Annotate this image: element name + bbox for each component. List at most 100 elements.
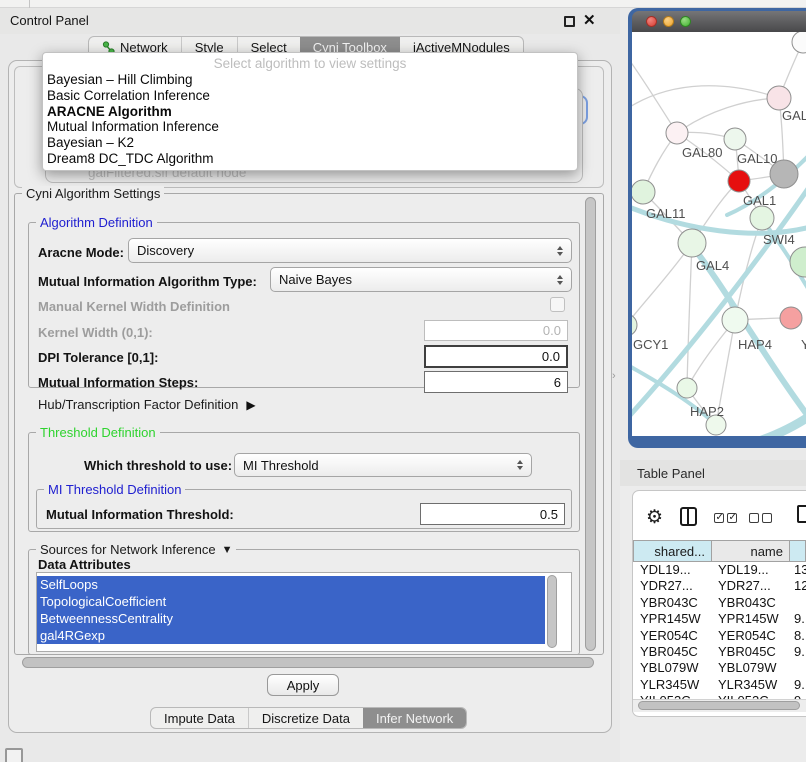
network-node-hap4[interactable] [722,307,748,333]
mi-steps-field[interactable]: 6 [424,371,568,393]
table-row[interactable]: YPR145WYPR145W9. [633,611,806,627]
minimized-panel-icon[interactable] [5,748,23,762]
deselect-all-checkboxes-icon[interactable] [749,513,772,523]
collapse-arrow-icon[interactable]: ▼ [222,544,233,556]
tab-label: Impute Data [164,711,235,726]
table-row[interactable]: YLR345WYLR345W9. [633,677,806,693]
which-threshold-value: MI Threshold [243,458,319,473]
data-attributes-list: SelfLoops TopologicalCoefficient Between… [36,572,572,652]
gear-icon[interactable]: ⚙ [646,508,663,527]
list-item-selfloops[interactable]: SelfLoops [37,576,545,593]
apply-button[interactable]: Apply [267,674,339,696]
apply-button-label: Apply [287,678,320,693]
dropdown-item-mutual-information[interactable]: Mutual Information Inference [43,119,577,135]
hub-definition-row[interactable]: Hub/Transcription Factor Definition ▶ [38,397,256,412]
dropdown-item-aracne[interactable]: ARACNE Algorithm [43,104,577,120]
network-node[interactable] [792,32,806,53]
stepper-icon [517,460,523,470]
node-label: SWI4 [763,232,795,247]
aracne-mode-combo[interactable]: Discovery [128,238,572,263]
hub-definition-label: Hub/Transcription Factor Definition [38,397,238,412]
list-item-gal4rgexp[interactable]: gal4RGexp [37,627,545,644]
mi-threshold-value: 0.5 [540,507,558,522]
column-header-partial[interactable] [790,540,806,562]
table-horizontal-scrollbar[interactable] [638,701,800,710]
data-attributes-label: Data Attributes [38,557,131,572]
window-zoom-button[interactable] [680,16,691,27]
mi-steps-value: 6 [554,375,561,390]
table-row[interactable]: YDL19...YDL19...13 [633,562,806,578]
node-label: GAL [782,108,806,123]
table-row[interactable]: YBR043CYBR043C [633,595,806,611]
tab-infer-network[interactable]: Infer Network [363,708,466,728]
network-node-gal10[interactable] [724,128,746,150]
window-minimize-button[interactable] [663,16,674,27]
node-label: GAL80 [682,145,722,160]
table-header-row: shared... name [633,540,806,562]
kernel-width-field[interactable]: 0.0 [424,320,568,341]
dropdown-item-dream8[interactable]: Dream8 DC_TDC Algorithm [43,151,577,167]
network-node-gal1-selected[interactable] [728,170,750,192]
top-toolbar-strip [0,0,806,8]
network-node-gal4[interactable] [678,229,706,257]
settings-group-title: Cyni Algorithm Settings [22,186,164,201]
expand-arrow-icon[interactable]: ▶ [246,398,255,412]
close-icon[interactable]: ✕ [583,11,596,29]
dropdown-placeholder: Select algorithm to view settings [43,56,577,72]
node-label: HAP2 [690,404,724,419]
network-node-salmon[interactable] [780,307,802,329]
table-body: YDL19...YDL19...13 YDR27...YDR27...12 YB… [633,562,806,700]
split-columns-icon[interactable] [680,507,697,526]
list-item-betweennesscentrality[interactable]: BetweennessCentrality [37,610,545,627]
new-page-icon[interactable] [797,505,806,523]
tab-impute-data[interactable]: Impute Data [151,708,248,728]
network-node-swi4[interactable] [750,206,774,230]
which-threshold-label: Which threshold to use: [84,458,232,473]
tab-label: Infer Network [376,711,453,726]
network-node-hap2[interactable] [677,378,697,398]
mi-steps-label: Mutual Information Steps: [38,375,198,390]
float-window-icon[interactable] [564,16,575,27]
network-node[interactable] [767,86,791,110]
dropdown-item-bayesian-k2[interactable]: Bayesian – K2 [43,135,577,151]
table-row[interactable]: YBL079WYBL079W [633,660,806,676]
manual-kernel-label: Manual Kernel Width Definition [38,299,230,314]
window-close-button[interactable] [646,16,657,27]
control-panel-titlebar [0,8,620,34]
network-view-canvas[interactable]: GAL GAL80 GAL10 GAL1 GAL11 SWI4 GAL4 GCY… [632,32,806,436]
dropdown-item-basic-correlation[interactable]: Basic Correlation Inference [43,88,577,104]
node-label: GAL4 [696,258,729,273]
threshold-definition-title: Threshold Definition [36,425,160,440]
select-all-checkboxes-icon[interactable] [714,513,737,523]
kernel-width-label: Kernel Width (0,1): [38,325,153,340]
mi-threshold-field[interactable]: 0.5 [420,503,565,525]
algorithm-definition-title: Algorithm Definition [36,215,157,230]
column-header-name[interactable]: name [712,540,790,562]
list-item-topologicalcoefficient[interactable]: TopologicalCoefficient [37,593,545,610]
manual-kernel-checkbox[interactable] [550,297,565,312]
settings-horizontal-scrollbar[interactable] [22,657,594,668]
table-row[interactable]: YDR27...YDR27...12 [633,578,806,594]
mi-type-label: Mutual Information Algorithm Type: [38,274,257,289]
algorithm-dropdown: Select algorithm to view settings Bayesi… [42,52,578,171]
network-window-titlebar[interactable] [632,11,806,32]
list-vertical-scrollbar[interactable] [547,575,557,648]
tab-discretize-data[interactable]: Discretize Data [248,708,363,728]
settings-vertical-scrollbar[interactable] [585,197,596,651]
table-row[interactable]: YBR045CYBR045C9. [633,644,806,660]
mi-type-combo[interactable]: Naive Bayes [270,267,572,292]
network-node-gal11[interactable] [632,180,655,204]
dpi-tolerance-field[interactable]: 0.0 [424,345,568,368]
network-node[interactable] [790,247,806,277]
panel-divider-arrow-icon[interactable]: › [612,370,616,382]
network-node-gal80[interactable] [666,122,688,144]
column-header-shared-name[interactable]: shared... [633,540,712,562]
dpi-tolerance-label: DPI Tolerance [0,1]: [38,350,158,365]
mi-threshold-label: Mutual Information Threshold: [46,507,234,522]
dropdown-item-bayesian-hill-climbing[interactable]: Bayesian – Hill Climbing [43,72,577,88]
bottom-tabstrip: Impute Data Discretize Data Infer Networ… [150,707,467,729]
table-row[interactable]: YER054CYER054C8. [633,628,806,644]
network-node-gcy1[interactable] [632,314,637,336]
which-threshold-combo[interactable]: MI Threshold [234,453,532,477]
mi-type-value: Naive Bayes [279,272,352,287]
